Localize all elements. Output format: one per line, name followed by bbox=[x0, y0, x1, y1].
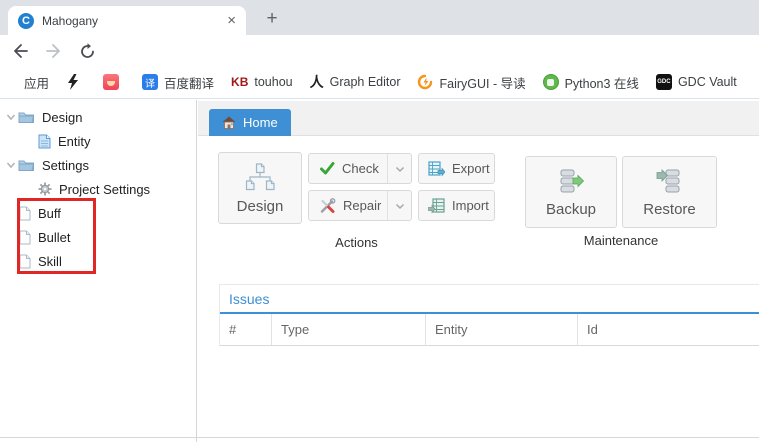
tree-node-project-settings[interactable]: Project Settings bbox=[0, 177, 196, 201]
bookmark-gdc-vault[interactable]: GDC GDC Vault bbox=[656, 74, 737, 90]
check-icon bbox=[319, 161, 335, 176]
forward-icon bbox=[43, 40, 65, 62]
issues-panel: Issues # Type Entity Id bbox=[219, 284, 759, 346]
check-dropdown-arrow[interactable] bbox=[387, 154, 411, 183]
backup-database-icon bbox=[557, 169, 585, 195]
site-favicon-icon: C bbox=[18, 13, 34, 29]
tab-home[interactable]: Home bbox=[209, 109, 291, 136]
column-header-type[interactable]: Type bbox=[272, 314, 426, 345]
window-bottom-edge bbox=[0, 437, 759, 438]
tree-label: Settings bbox=[42, 158, 89, 173]
tree-node-settings[interactable]: Settings bbox=[0, 153, 196, 177]
tree-label: Bullet bbox=[38, 230, 71, 245]
restore-button[interactable]: Restore bbox=[622, 156, 717, 228]
home-icon bbox=[222, 116, 236, 129]
tab-close-icon[interactable]: × bbox=[227, 12, 236, 29]
issues-panel-title: Issues bbox=[220, 285, 759, 314]
design-button-label: Design bbox=[237, 198, 284, 215]
fairygui-icon bbox=[417, 74, 433, 90]
bookmark-python3[interactable]: Python3 在线 bbox=[543, 73, 639, 92]
bookmark-label: 百度翻译 bbox=[164, 73, 214, 92]
restore-button-label: Restore bbox=[643, 201, 696, 218]
repair-tools-icon bbox=[319, 198, 336, 214]
back-icon[interactable] bbox=[9, 40, 31, 62]
translate-icon: 译 bbox=[142, 74, 158, 90]
tree-node-design[interactable]: Design bbox=[0, 105, 196, 129]
folder-icon bbox=[18, 158, 35, 172]
app-tab-strip: Home bbox=[198, 101, 759, 136]
gear-icon bbox=[38, 182, 52, 196]
check-button[interactable]: Check bbox=[308, 153, 412, 184]
tree-label: Project Settings bbox=[59, 182, 150, 197]
bookmark-graph-editor[interactable]: 人 Graph Editor bbox=[310, 72, 401, 92]
tree-node-buff[interactable]: Buff bbox=[0, 201, 196, 225]
tree-label: Entity bbox=[58, 134, 91, 149]
lightning-icon bbox=[66, 74, 80, 90]
column-header-id[interactable]: Id bbox=[578, 314, 759, 345]
browser-toolbar: i localhost:44213/#home bbox=[0, 35, 759, 66]
bookmark-label: 应用 bbox=[24, 73, 49, 92]
pink-app-icon bbox=[103, 74, 119, 90]
bookmark-label: touhou bbox=[254, 75, 292, 89]
import-button-label: Import bbox=[452, 198, 489, 213]
actions-group-label: Actions bbox=[218, 235, 495, 250]
tree-label: Design bbox=[42, 110, 82, 125]
maintenance-group-label: Maintenance bbox=[525, 233, 717, 248]
bookmark-label: FairyGUI - 导读 bbox=[439, 73, 525, 92]
design-hierarchy-icon bbox=[242, 163, 278, 193]
repair-button[interactable]: Repair bbox=[308, 190, 412, 221]
export-icon bbox=[428, 161, 445, 177]
chevron-down-icon[interactable] bbox=[4, 112, 18, 122]
python-icon bbox=[543, 74, 559, 90]
tree-label: Skill bbox=[38, 254, 62, 269]
repair-button-label: Repair bbox=[343, 198, 381, 213]
design-button[interactable]: Design bbox=[218, 152, 302, 224]
bookmark-touhou[interactable]: KB touhou bbox=[231, 75, 293, 89]
new-tab-button[interactable]: + bbox=[258, 5, 286, 33]
kb-icon: KB bbox=[231, 75, 248, 89]
issues-table-header: # Type Entity Id bbox=[220, 314, 759, 346]
export-button-label: Export bbox=[452, 161, 490, 176]
check-button-label: Check bbox=[342, 161, 379, 176]
backup-button[interactable]: Backup bbox=[525, 156, 617, 228]
page-icon bbox=[19, 254, 31, 269]
tree-node-skill[interactable]: Skill bbox=[0, 249, 196, 273]
chevron-down-icon[interactable] bbox=[4, 160, 18, 170]
reload-icon[interactable] bbox=[76, 40, 98, 62]
bookmark-label: Graph Editor bbox=[330, 75, 401, 89]
import-button[interactable]: Import bbox=[418, 190, 495, 221]
bookmark-lightning[interactable] bbox=[66, 74, 86, 90]
tab-home-label: Home bbox=[243, 115, 278, 130]
folder-icon bbox=[18, 110, 35, 124]
browser-window: C Mahogany × + i localhost:44213/#home bbox=[0, 0, 759, 442]
bookmarks-bar: 应用 译 百度翻译 KB touhou 人 Graph Editor bbox=[0, 66, 759, 99]
tree-node-bullet[interactable]: Bullet bbox=[0, 225, 196, 249]
bookmark-fairygui[interactable]: FairyGUI - 导读 bbox=[417, 73, 525, 92]
backup-button-label: Backup bbox=[546, 201, 596, 218]
tree-panel: Design Entity Settings Project Settings bbox=[0, 100, 197, 442]
bookmark-label: GDC Vault bbox=[678, 75, 737, 89]
page-icon bbox=[19, 230, 31, 245]
tree-label: Buff bbox=[38, 206, 61, 221]
page-icon bbox=[19, 206, 31, 221]
gdc-icon: GDC bbox=[656, 74, 672, 90]
restore-database-icon bbox=[656, 169, 684, 195]
column-header-entity[interactable]: Entity bbox=[426, 314, 578, 345]
tree-node-entity[interactable]: Entity bbox=[0, 129, 196, 153]
tab-title: Mahogany bbox=[42, 14, 221, 28]
browser-tab-strip: C Mahogany × + bbox=[0, 0, 759, 35]
person-icon: 人 bbox=[310, 72, 324, 92]
bookmark-label: Python3 在线 bbox=[565, 73, 639, 92]
browser-tab[interactable]: C Mahogany × bbox=[8, 6, 246, 35]
entity-document-icon bbox=[38, 134, 51, 149]
import-icon bbox=[428, 198, 445, 214]
bookmark-baidu-translate[interactable]: 译 百度翻译 bbox=[142, 73, 214, 92]
bookmark-apps[interactable]: 应用 bbox=[10, 73, 49, 92]
column-header-number[interactable]: # bbox=[220, 314, 272, 345]
bookmark-pink-app[interactable] bbox=[103, 74, 125, 90]
repair-dropdown-arrow[interactable] bbox=[387, 191, 411, 220]
export-button[interactable]: Export bbox=[418, 153, 495, 184]
